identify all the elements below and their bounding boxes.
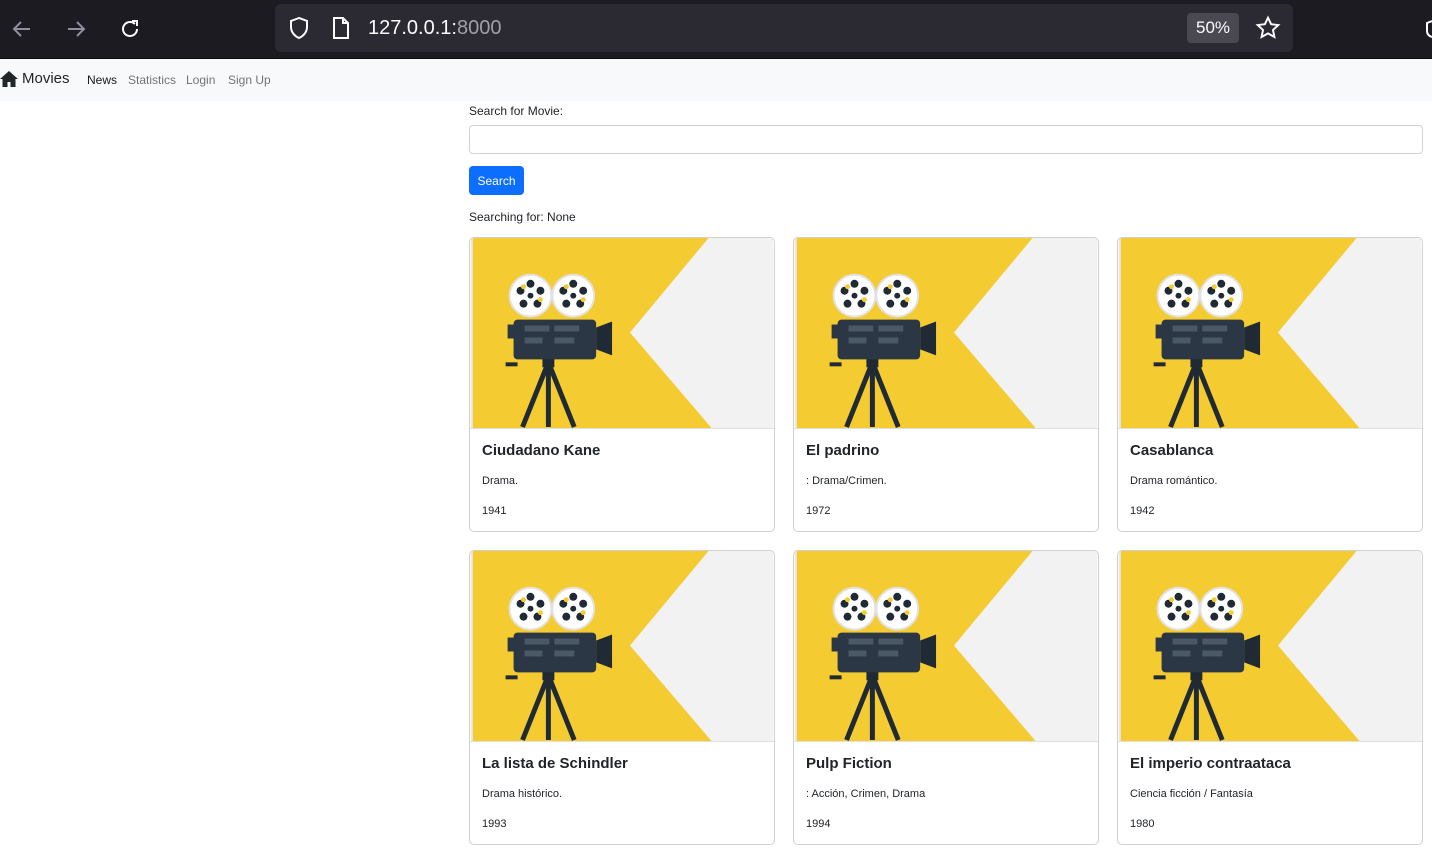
movie-poster-image — [794, 551, 1098, 742]
movie-genre: Drama histórico. — [482, 788, 563, 800]
navbar: Movies News Statistics Login Sign Up — [0, 59, 1432, 101]
brand-link[interactable]: Movies — [0, 70, 70, 87]
movie-poster-image — [1118, 551, 1422, 742]
search-status: Searching for: None — [469, 210, 576, 224]
movie-title[interactable]: El padrino — [806, 442, 879, 459]
shield-icon[interactable] — [1421, 18, 1432, 40]
movie-genre: : Acción, Crimen, Drama — [806, 788, 926, 800]
movie-genre: Drama. — [482, 475, 519, 487]
movie-title[interactable]: Ciudadano Kane — [482, 442, 600, 459]
reload-icon — [122, 20, 138, 37]
movie-card[interactable]: El imperio contraataca Ciencia ficción /… — [1117, 550, 1423, 845]
movie-title[interactable]: Pulp Fiction — [806, 755, 892, 772]
browser-toolbar: 127.0.0.1:8000 50% — [0, 0, 1432, 59]
house-icon — [0, 71, 18, 87]
shield-icon[interactable] — [288, 16, 310, 40]
page-icon[interactable] — [331, 16, 351, 40]
url-text[interactable]: 127.0.0.1:8000 — [368, 16, 501, 40]
movie-poster-image — [470, 551, 774, 742]
nav-link-signup[interactable]: Sign Up — [228, 73, 271, 87]
back-arrow-icon — [12, 21, 30, 37]
movie-card[interactable]: Ciudadano Kane Drama. 1941 — [469, 237, 775, 532]
movie-year: 1980 — [1130, 818, 1155, 830]
back-button[interactable] — [7, 14, 37, 44]
nav-link-login[interactable]: Login — [186, 73, 215, 87]
movie-poster-image — [794, 238, 1098, 429]
search-button[interactable]: Search — [469, 166, 524, 195]
forward-arrow-icon — [68, 21, 86, 37]
url-bar[interactable]: 127.0.0.1:8000 50% — [275, 4, 1293, 52]
nav-link-news[interactable]: News — [87, 73, 117, 87]
movie-year: 1994 — [806, 818, 831, 830]
movie-genre: : Drama/Crimen. — [806, 475, 887, 487]
movie-card[interactable]: La lista de Schindler Drama histórico. 1… — [469, 550, 775, 845]
movie-genre: Ciencia ficción / Fantasía — [1130, 788, 1253, 800]
movie-grid: Ciudadano Kane Drama. 1941 El padrino: … — [469, 237, 1423, 845]
reload-button[interactable] — [115, 14, 145, 44]
movie-poster-image — [1118, 238, 1422, 429]
search-label: Search for Movie: — [469, 104, 564, 118]
movie-genre: Drama romántico. — [1130, 475, 1218, 487]
movie-title[interactable]: La lista de Schindler — [482, 755, 628, 772]
movie-card[interactable]: Casablanca Drama romántico. 1942 — [1117, 237, 1423, 532]
nav-link-statistics[interactable]: Statistics — [128, 73, 176, 87]
forward-button[interactable] — [61, 14, 91, 44]
movie-year: 1941 — [482, 505, 507, 517]
movie-year: 1972 — [806, 505, 831, 517]
movie-year: 1993 — [482, 818, 507, 830]
movie-title[interactable]: El imperio contraataca — [1130, 755, 1291, 772]
movie-card[interactable]: El padrino : Drama/Crimen. 1972 — [793, 237, 1099, 532]
star-icon[interactable] — [1255, 15, 1281, 41]
zoom-indicator[interactable]: 50% — [1187, 13, 1239, 43]
movie-year: 1942 — [1130, 505, 1155, 517]
movie-poster-image — [470, 238, 774, 429]
movie-title[interactable]: Casablanca — [1130, 442, 1213, 459]
search-input[interactable] — [469, 125, 1423, 154]
brand-label: Movies — [22, 70, 70, 87]
movie-card[interactable]: Pulp Fiction : Acción, Crimen, Drama 199… — [793, 550, 1099, 845]
